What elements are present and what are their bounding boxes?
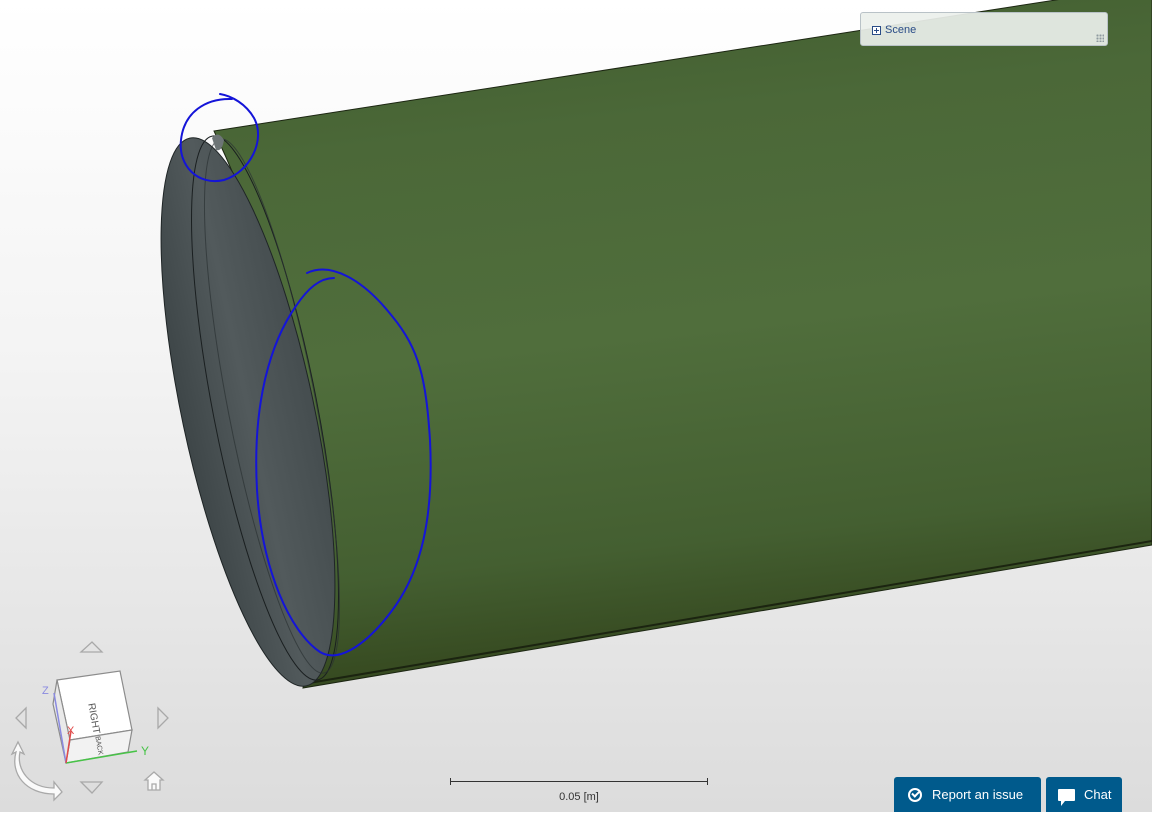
scene-panel: Scene: [860, 12, 1108, 46]
scale-bar: 0.05 [m]: [450, 778, 708, 808]
cylinder-body[interactable]: [213, 0, 1152, 689]
check-circle-icon: [908, 787, 922, 802]
axis-x-label: X: [67, 725, 75, 737]
resize-grip-icon[interactable]: [1096, 34, 1104, 42]
report-issue-label: Report an issue: [932, 787, 1024, 802]
scene-toggle[interactable]: Scene: [872, 24, 916, 36]
rotate-right-arrow-icon[interactable]: [157, 706, 169, 730]
rotate-up-arrow-icon[interactable]: [79, 641, 104, 653]
report-issue-button[interactable]: Report an issue: [894, 777, 1041, 812]
speech-bubble-icon: [1058, 788, 1075, 806]
rotate-down-arrow-icon[interactable]: [79, 781, 104, 794]
roll-arrow-icon[interactable]: [10, 740, 63, 802]
axis-z-label: Z: [42, 685, 49, 697]
scene-label: Scene: [885, 24, 917, 36]
chat-button[interactable]: Chat: [1046, 777, 1122, 812]
chat-label: Chat: [1084, 787, 1112, 802]
home-icon[interactable]: [143, 771, 165, 791]
view-cube[interactable]: RIGHT BACK: [52, 670, 133, 764]
scale-bar-label: 0.05 [m]: [559, 791, 599, 803]
rotate-left-arrow-icon[interactable]: [15, 706, 27, 730]
axis-y-label: Y: [141, 744, 149, 758]
navigation-cube-widget[interactable]: RIGHT BACK X Y Z: [0, 630, 180, 810]
plus-box-icon[interactable]: [872, 25, 881, 35]
